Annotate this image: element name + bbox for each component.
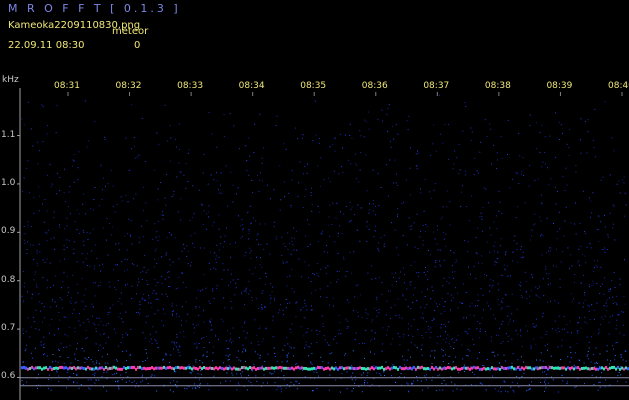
x-tick-label: 08:37: [423, 81, 450, 91]
x-tick-label: 08:33: [177, 81, 204, 91]
x-tick-label: 08:36: [361, 81, 388, 91]
y-tick-label: 0.8: [1, 274, 16, 285]
y-axis-unit: kHz: [2, 75, 19, 85]
x-tick-label: 08:31: [54, 81, 80, 91]
x-tick-label: 08:32: [115, 81, 142, 91]
spectrogram: [17, 88, 629, 400]
y-tick-label: 0.7: [1, 323, 16, 334]
y-tick-label: 0.9: [1, 226, 16, 237]
x-tick-label: 08:40: [608, 81, 629, 91]
y-tick-label: 1.0: [1, 177, 16, 188]
x-tick-label: 08:34: [238, 81, 265, 91]
x-tick-label: 08:35: [300, 81, 327, 91]
y-tick-label: 1.1: [1, 129, 16, 140]
x-tick-label: 08:38: [484, 81, 511, 91]
x-tick-label: 08:39: [546, 81, 573, 91]
noise-field: [21, 94, 627, 393]
y-tick-label: 0.6: [1, 371, 16, 382]
